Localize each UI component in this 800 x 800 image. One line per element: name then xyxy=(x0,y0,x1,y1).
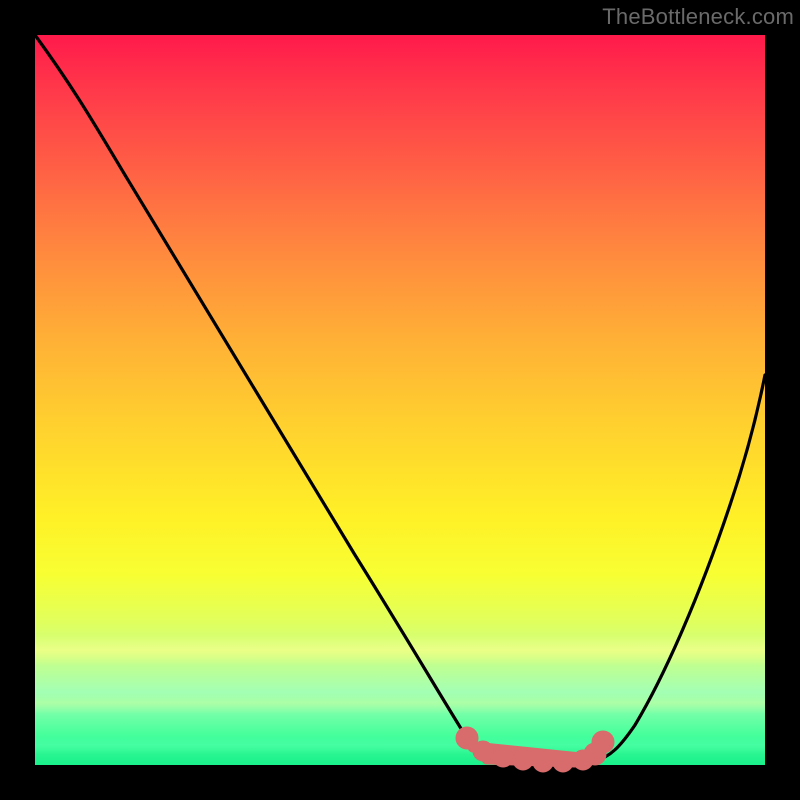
chart-frame: TheBottleneck.com xyxy=(0,0,800,800)
plateau-highlight xyxy=(461,732,609,767)
bottleneck-curve-path xyxy=(35,35,765,765)
bottleneck-curve-svg xyxy=(35,35,765,765)
watermark-text: TheBottleneck.com xyxy=(0,0,800,30)
